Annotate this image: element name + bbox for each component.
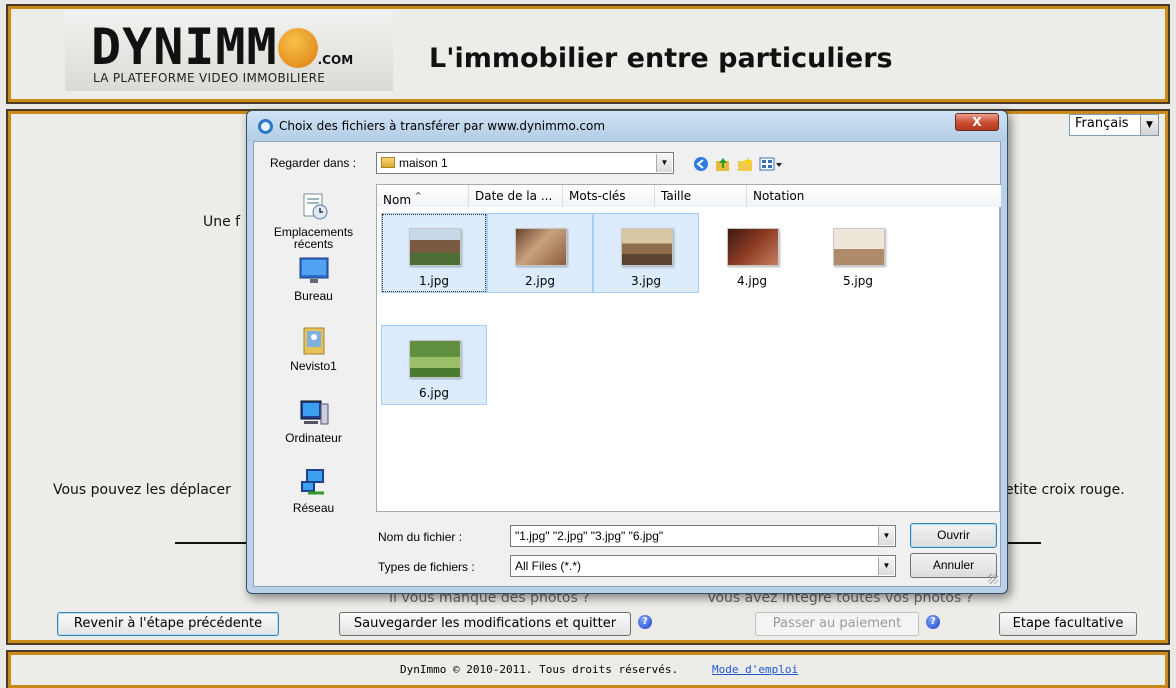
site-header: DYNIMM .COM LA PLATEFORME VIDEO IMMOBILIE… (6, 4, 1170, 104)
dialog-body: Regarder dans : maison 1 ▼ Emplacements … (253, 141, 1001, 587)
image-thumbnail (409, 340, 461, 378)
hint-text-left: Vous pouvez les déplacer (53, 482, 231, 498)
cancel-button[interactable]: Annuler (910, 553, 997, 578)
look-in-label: Regarder dans : (270, 156, 357, 170)
new-folder-icon[interactable] (737, 156, 753, 172)
chevron-down-icon[interactable]: ▼ (878, 557, 894, 575)
up-folder-icon[interactable] (715, 156, 731, 172)
dialog-titlebar[interactable]: Choix des fichiers à transférer par www.… (247, 111, 1007, 141)
chevron-down-icon[interactable]: ▼ (878, 527, 894, 545)
file-tile[interactable]: 6.jpg (381, 325, 487, 405)
dynimmo-logo[interactable]: DYNIMM .COM LA PLATEFORME VIDEO IMMOBILIE… (65, 11, 393, 91)
place-network[interactable]: Réseau (256, 466, 371, 514)
file-tile[interactable]: 3.jpg (593, 213, 699, 293)
file-open-dialog: Choix des fichiers à transférer par www.… (246, 110, 1008, 594)
chevron-down-icon[interactable]: ▼ (656, 154, 672, 172)
file-tile[interactable]: 5.jpg (805, 213, 911, 293)
file-name: 6.jpg (418, 386, 450, 400)
image-thumbnail (833, 228, 885, 266)
close-button[interactable]: X (955, 113, 999, 131)
filename-input[interactable]: "1.jpg" "2.jpg" "3.jpg" "6.jpg" ▼ (510, 525, 896, 547)
column-header-size[interactable]: Taille (655, 185, 747, 207)
image-thumbnail (727, 228, 779, 266)
look-in-value: maison 1 (399, 156, 448, 170)
optional-step-button[interactable]: Etape facultative (999, 612, 1137, 636)
language-select[interactable]: Français ▼ (1069, 114, 1159, 136)
file-name: 2.jpg (524, 274, 556, 288)
image-thumbnail (515, 228, 567, 266)
chevron-down-icon[interactable]: ▼ (1140, 115, 1158, 135)
image-thumbnail (621, 228, 673, 266)
place-label: Bureau (294, 289, 333, 303)
place-label: Emplacements récents (273, 225, 354, 251)
column-header-name[interactable]: Nom ^ (377, 185, 469, 207)
divider-right (1005, 542, 1041, 544)
column-label: Nom (383, 193, 412, 207)
logo-com-text: .COM (317, 53, 354, 67)
previous-step-button[interactable]: Revenir à l'étape précédente (57, 612, 279, 636)
help-icon[interactable]: ? (926, 615, 940, 629)
filetype-select[interactable]: All Files (*.*) ▼ (510, 555, 896, 577)
folder-icon (381, 157, 395, 168)
place-computer[interactable]: Ordinateur (256, 396, 371, 444)
recent-places-icon (303, 193, 327, 220)
network-icon (300, 469, 324, 495)
place-recent[interactable]: Emplacements récents (256, 190, 371, 250)
computer-icon (300, 400, 328, 425)
copyright-text: DynImmo © 2010-2011. Tous droits réservé… (400, 663, 679, 676)
file-tile[interactable]: 1.jpg (381, 213, 487, 293)
internet-explorer-icon (258, 119, 273, 134)
column-header-rating[interactable]: Notation (747, 185, 1001, 207)
logo-o-icon (277, 28, 318, 68)
place-user[interactable]: Nevisto1 (256, 324, 371, 372)
logo-word-text: DYNIMM (91, 18, 278, 76)
place-label: Ordinateur (285, 431, 342, 445)
hint-text-right: etite croix rouge. (1005, 482, 1125, 498)
view-menu-icon[interactable] (759, 156, 783, 172)
open-button[interactable]: Ouvrir (910, 523, 997, 548)
file-name: 5.jpg (842, 274, 874, 288)
help-icon[interactable]: ? (638, 615, 652, 629)
pay-button[interactable]: Passer au paiement (755, 612, 919, 636)
resize-grip-icon[interactable] (988, 574, 998, 584)
image-thumbnail (409, 228, 461, 266)
filename-value: "1.jpg" "2.jpg" "3.jpg" "6.jpg" (515, 529, 664, 543)
dialog-title: Choix des fichiers à transférer par www.… (279, 119, 606, 133)
file-name: 4.jpg (736, 274, 768, 288)
site-footer: DynImmo © 2010-2011. Tous droits réservé… (6, 650, 1170, 688)
filetype-label: Types de fichiers : (378, 560, 475, 574)
place-label: Réseau (292, 501, 335, 515)
site-tagline: L'immobilier entre particuliers (429, 43, 893, 74)
intro-text: Une f (203, 214, 241, 230)
file-list[interactable]: Nom ^ Date de la ... Mots-clés Taille No… (376, 184, 1001, 512)
places-bar: Emplacements récents Bureau Nevisto1 Ord… (256, 184, 371, 570)
divider-left (175, 542, 249, 544)
sort-ascending-icon: ^ (414, 191, 422, 200)
column-header-date[interactable]: Date de la ... (469, 185, 563, 207)
file-tile[interactable]: 2.jpg (487, 213, 593, 293)
file-tile[interactable]: 4.jpg (699, 213, 805, 293)
file-name: 3.jpg (630, 274, 662, 288)
file-name: 1.jpg (418, 274, 450, 288)
place-label: Nevisto1 (290, 359, 337, 373)
filetype-value: All Files (*.*) (515, 559, 582, 573)
filename-label: Nom du fichier : (378, 530, 463, 544)
user-folder-icon (303, 327, 324, 355)
back-icon[interactable] (693, 156, 709, 172)
column-header-tags[interactable]: Mots-clés (563, 185, 655, 207)
desktop-icon (299, 257, 328, 283)
language-selected-value: Français (1075, 116, 1129, 131)
look-in-combo[interactable]: maison 1 ▼ (376, 152, 674, 174)
save-quit-button[interactable]: Sauvegarder les modifications et quitter (339, 612, 631, 636)
logo-subtitle: LA PLATEFORME VIDEO IMMOBILIERE (93, 71, 326, 85)
place-desktop[interactable]: Bureau (256, 254, 371, 302)
manual-link[interactable]: Mode d'emploi (712, 663, 798, 676)
